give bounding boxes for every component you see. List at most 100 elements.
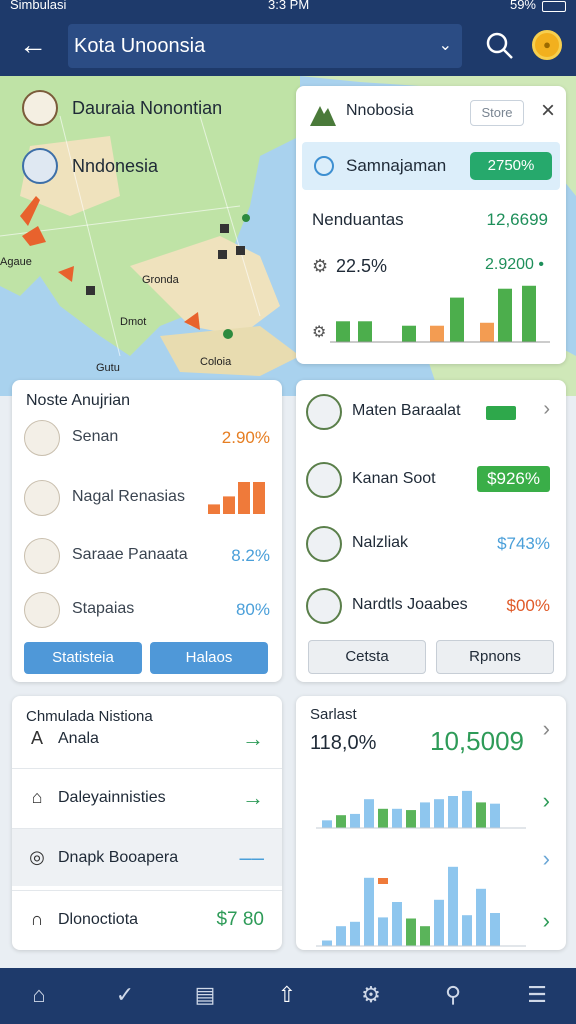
gear-icon[interactable]: ⚙ bbox=[356, 980, 386, 1010]
poi-marker-icon[interactable] bbox=[242, 214, 250, 222]
poi-marker-icon[interactable] bbox=[86, 286, 95, 295]
statistics-button[interactable]: Statisteia bbox=[24, 642, 142, 674]
halaos-button[interactable]: Halaos bbox=[150, 642, 268, 674]
arrow-right-icon: → bbox=[242, 726, 264, 751]
status-bar-indicator bbox=[486, 406, 516, 420]
close-icon[interactable]: × bbox=[536, 98, 560, 126]
search-icon[interactable]: ⚲ bbox=[438, 980, 468, 1010]
chart-bar-bottom bbox=[350, 921, 360, 946]
plane-marker-icon[interactable] bbox=[20, 196, 40, 226]
back-arrow-icon[interactable]: ← bbox=[16, 30, 50, 64]
nav-row-icon: ∩ bbox=[30, 909, 44, 929]
chart-bar-bottom bbox=[406, 918, 416, 946]
chart-card: Sarlast 118,0% 10,5009 › › › › bbox=[296, 696, 566, 950]
mountain-logo-icon bbox=[310, 106, 336, 126]
chart-bar-top bbox=[448, 796, 458, 828]
hall-icon bbox=[306, 462, 342, 498]
building-icon bbox=[24, 592, 60, 628]
list-item[interactable]: Senan 2.90% bbox=[24, 418, 270, 458]
store-button[interactable]: Store bbox=[470, 100, 524, 126]
chevron-down-icon: ⌄ bbox=[438, 37, 452, 54]
plane-marker-icon[interactable] bbox=[184, 312, 200, 330]
nav-row[interactable]: ◎ Dnapk Booapera ‒‒ bbox=[12, 828, 282, 886]
nav-row-icon: ⌂ bbox=[31, 787, 43, 807]
list-item-value: 2.90% bbox=[221, 428, 270, 447]
list-item[interactable]: Saraae Panaata 8.2% bbox=[24, 536, 270, 576]
carrier-label: Simbulasi bbox=[10, 0, 67, 12]
list-icon[interactable]: ▤ bbox=[190, 980, 220, 1010]
arrow-right-icon: → bbox=[242, 785, 264, 810]
chart-bar-top bbox=[364, 799, 374, 828]
dash-icon: ‒‒ bbox=[239, 845, 264, 870]
chart-bar-bottom bbox=[322, 940, 332, 946]
list-item[interactable]: Maten Baraalat › bbox=[306, 392, 556, 432]
plane-marker-icon[interactable] bbox=[58, 266, 74, 282]
chevron-right-icon[interactable]: › bbox=[543, 846, 550, 872]
temple-icon bbox=[306, 526, 342, 562]
info-card-title: Nnobosia bbox=[346, 102, 414, 119]
chevron-right-icon[interactable]: › bbox=[543, 788, 550, 814]
left-list-card: Noste Anujrian Senan 2.90% Nagal Renasia… bbox=[12, 380, 282, 682]
info-bar bbox=[336, 321, 350, 342]
temple-icon bbox=[24, 538, 60, 574]
check-circle-icon[interactable]: ✓ bbox=[110, 980, 140, 1010]
spark-icon: ⚙ bbox=[312, 324, 327, 341]
right-list-card: Maten Baraalat › Kanan Soot $926% Nalzli… bbox=[296, 380, 566, 682]
list-item[interactable]: Kanan Soot $926% bbox=[306, 460, 556, 500]
list-item[interactable]: Stapaias 80% bbox=[24, 590, 270, 630]
info-bar bbox=[430, 325, 444, 342]
poi-marker-icon[interactable] bbox=[236, 246, 245, 255]
chart-bar-bottom bbox=[336, 926, 346, 946]
poi-marker-icon[interactable] bbox=[223, 329, 233, 339]
target-icon bbox=[314, 156, 334, 176]
info-bar bbox=[450, 297, 464, 342]
metric-label: Nenduantas bbox=[312, 210, 404, 229]
list-item-value: $00% bbox=[506, 596, 550, 615]
poi-marker-icon[interactable] bbox=[218, 250, 227, 259]
chart-bar-bottom bbox=[392, 902, 402, 946]
chevron-right-icon: › bbox=[543, 398, 550, 420]
clock-label: 3:3 PM bbox=[268, 0, 310, 12]
mini-bar-chart bbox=[208, 482, 265, 514]
plane-marker-icon[interactable] bbox=[22, 226, 46, 246]
cetsta-button[interactable]: Cetsta bbox=[308, 640, 426, 674]
chart-bar-top bbox=[406, 810, 416, 828]
poi-marker-icon[interactable] bbox=[220, 224, 229, 233]
chart-bar-top bbox=[420, 802, 430, 828]
list-item[interactable]: Nagal Renasias bbox=[24, 478, 270, 518]
nav-row-icon: ◎ bbox=[29, 847, 45, 867]
mosque-icon bbox=[306, 588, 342, 624]
nav-row[interactable]: ∩ Dlonoctiota $7 80 bbox=[12, 890, 282, 948]
list-item-value-badge: $926% bbox=[477, 466, 550, 492]
battery-label: 59% bbox=[509, 0, 536, 12]
city-select[interactable]: Kota Unoonsia ⌄ bbox=[68, 24, 462, 68]
chart-bar-bottom bbox=[462, 915, 472, 946]
chart-bar-top bbox=[392, 808, 402, 828]
search-icon[interactable] bbox=[482, 28, 518, 64]
chart-bar-top bbox=[462, 790, 472, 828]
list-item[interactable]: Nalzliak $743% bbox=[306, 524, 556, 564]
chevron-right-icon[interactable]: › bbox=[543, 716, 550, 742]
nav-row[interactable]: A Anala → bbox=[12, 710, 282, 768]
chart-bar-bottom bbox=[490, 913, 500, 946]
chart-bar-bottom bbox=[448, 866, 458, 946]
battery-icon bbox=[542, 1, 566, 12]
chart-bar-top bbox=[434, 799, 444, 828]
bar-chart bbox=[316, 790, 526, 947]
metric-value: 12,6699 bbox=[486, 210, 548, 229]
upload-icon[interactable]: ⇧ bbox=[272, 980, 302, 1010]
home-icon[interactable]: ⌂ bbox=[24, 980, 54, 1010]
profile-badge-icon[interactable]: ● bbox=[532, 30, 562, 60]
house-icon bbox=[24, 480, 60, 516]
list-item[interactable]: Nardtls Joaabes $00% bbox=[306, 586, 556, 626]
bottom-nav: ⌂ ✓ ▤ ⇧ ⚙ ⚲ ☰ bbox=[0, 968, 576, 1024]
chart-bar-top bbox=[336, 815, 346, 828]
info-bar bbox=[498, 288, 512, 342]
menu-icon[interactable]: ☰ bbox=[522, 980, 552, 1010]
nav-row[interactable]: ⌂ Daleyainnisties → bbox=[12, 768, 282, 826]
chart-bar-bottom bbox=[420, 926, 430, 946]
selected-metric-row[interactable]: Samnajaman 2750% bbox=[302, 142, 560, 190]
chevron-right-icon[interactable]: › bbox=[543, 908, 550, 934]
rpnons-button[interactable]: Rpnons bbox=[436, 640, 554, 674]
nav-row-value: $7 80 bbox=[216, 909, 264, 930]
